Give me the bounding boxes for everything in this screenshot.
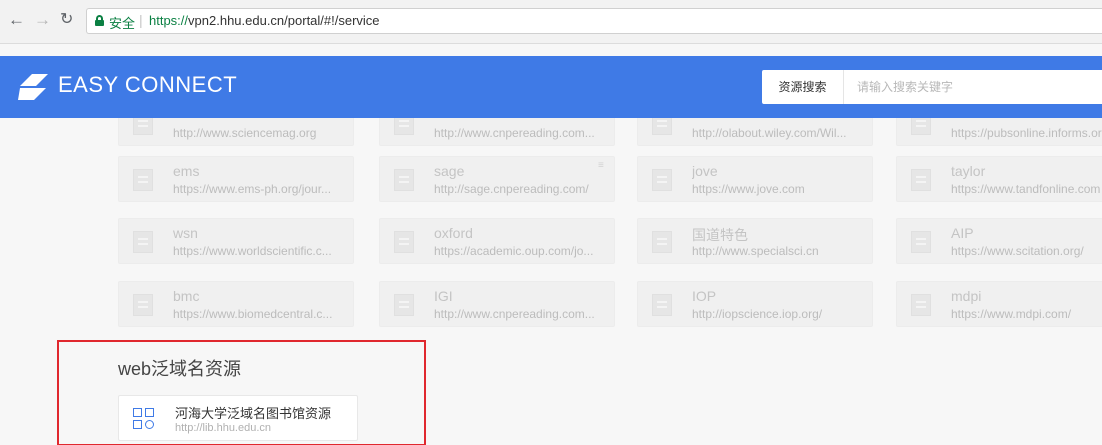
document-icon [394, 169, 414, 191]
resource-url: https://www.mdpi.com/ [951, 307, 1072, 321]
document-icon [652, 118, 672, 135]
resource-title: taylor [951, 163, 986, 179]
resource-search: 资源搜索 [762, 70, 1102, 104]
resource-grid: http://www.sciencemag.org http://www.cnpe… [0, 118, 1102, 333]
resource-card[interactable]: 国道特色 http://www.specialsci.cn [637, 218, 873, 264]
document-icon [394, 118, 414, 135]
resource-card[interactable]: AIP https://www.scitation.org/ [896, 218, 1102, 264]
search-input[interactable] [845, 70, 1102, 104]
resource-title: ems [173, 163, 200, 179]
apps-grid-icon [133, 408, 155, 430]
url-path: vpn2.hhu.edu.cn/portal/#!/service [188, 13, 380, 28]
resource-url: https://www.worldscientific.c... [173, 244, 332, 258]
document-icon [133, 118, 153, 135]
section-title: web泛域名资源 [118, 359, 242, 379]
resource-card[interactable]: http://www.sciencemag.org [118, 118, 354, 146]
lock-icon [95, 15, 104, 26]
web-resource-card[interactable]: 河海大学泛域名图书馆资源 http://lib.hhu.edu.cn [118, 395, 358, 441]
resource-card[interactable]: oxford https://academic.oup.com/jo... [379, 218, 615, 264]
document-icon [394, 294, 414, 316]
resource-title: AIP [951, 225, 974, 241]
url-text[interactable]: https://vpn2.hhu.edu.cn/portal/#!/servic… [149, 13, 380, 28]
browser-toolbar: ← → ↻ 安全 | https://vpn2.hhu.edu.cn/porta… [0, 0, 1102, 44]
resource-card[interactable]: http://olabout.wiley.com/Wil... [637, 118, 873, 146]
resource-card[interactable]: taylor https://www.tandfonline.com [896, 156, 1102, 202]
easyconnect-logo-icon [18, 74, 48, 100]
reload-icon[interactable]: ↻ [60, 10, 73, 30]
resource-title: wsn [173, 225, 198, 241]
resource-card[interactable]: IOP http://iopscience.iop.org/ [637, 281, 873, 327]
document-icon [133, 294, 153, 316]
document-icon [911, 231, 931, 253]
resource-url: http://www.specialsci.cn [692, 244, 819, 258]
document-icon [394, 231, 414, 253]
document-icon [652, 231, 672, 253]
resource-title: mdpi [951, 288, 982, 304]
resource-url: https://www.tandfonline.com [951, 182, 1101, 196]
forward-arrow-icon[interactable]: → [34, 10, 51, 30]
document-icon [133, 231, 153, 253]
resource-title: bmc [173, 288, 200, 304]
resource-url: https://pubsonline.informs.or [951, 126, 1102, 140]
resource-card[interactable]: sage http://sage.cnpereading.com/ ≡ [379, 156, 615, 202]
resource-url: https://www.biomedcentral.c... [173, 307, 333, 321]
resource-url: http://www.cnpereading.com... [434, 126, 595, 140]
resource-url: http://www.sciencemag.org [173, 126, 317, 140]
resource-url: http://iopscience.iop.org/ [692, 307, 823, 321]
resource-card[interactable]: bmc https://www.biomedcentral.c... [118, 281, 354, 327]
document-icon [133, 169, 153, 191]
document-icon [652, 294, 672, 316]
resource-card[interactable]: jove https://www.jove.com [637, 156, 873, 202]
secure-label: 安全 [109, 16, 136, 31]
web-resource-title: 河海大学泛域名图书馆资源 [175, 406, 332, 421]
resource-url: http://olabout.wiley.com/Wil... [692, 126, 847, 140]
resource-title: 国道特色 [692, 227, 748, 243]
resource-url: https://www.ems-ph.org/jour... [173, 182, 332, 196]
resource-url: https://www.scitation.org/ [951, 244, 1084, 258]
resource-card[interactable]: ems https://www.ems-ph.org/jour... [118, 156, 354, 202]
url-separator: | [139, 12, 143, 28]
resource-title: sage [434, 163, 465, 179]
search-scope-label[interactable]: 资源搜索 [762, 70, 844, 104]
document-icon [911, 169, 931, 191]
resource-card[interactable]: wsn https://www.worldscientific.c... [118, 218, 354, 264]
document-icon [911, 294, 931, 316]
resource-title: oxford [434, 225, 473, 241]
resource-url: http://www.cnpereading.com... [434, 307, 595, 321]
url-scheme: https:// [149, 13, 189, 28]
service-content: http://www.sciencemag.org http://www.cnpe… [0, 118, 1102, 445]
resource-card[interactable]: https://pubsonline.informs.or [896, 118, 1102, 146]
resource-title: IOP [692, 288, 717, 304]
web-resource-url: http://lib.hhu.edu.cn [175, 422, 272, 434]
document-icon [911, 118, 931, 135]
resource-card[interactable]: IGI http://www.cnpereading.com... [379, 281, 615, 327]
resource-card[interactable]: mdpi https://www.mdpi.com/ [896, 281, 1102, 327]
resource-url: https://academic.oup.com/jo... [434, 244, 594, 258]
address-bar[interactable]: 安全 | https://vpn2.hhu.edu.cn/portal/#!/s… [86, 8, 1102, 34]
resource-url: https://www.jove.com [692, 182, 805, 196]
document-icon [652, 169, 672, 191]
menu-icon[interactable]: ≡ [598, 161, 608, 171]
resource-title: jove [692, 163, 718, 179]
back-arrow-icon[interactable]: ← [8, 10, 25, 30]
app-title: EASY CONNECT [58, 72, 238, 97]
resource-url: http://sage.cnpereading.com/ [434, 182, 589, 196]
resource-card[interactable]: http://www.cnpereading.com... [379, 118, 615, 146]
resource-title: IGI [434, 288, 453, 304]
app-header: EASY CONNECT 资源搜索 [0, 56, 1102, 118]
